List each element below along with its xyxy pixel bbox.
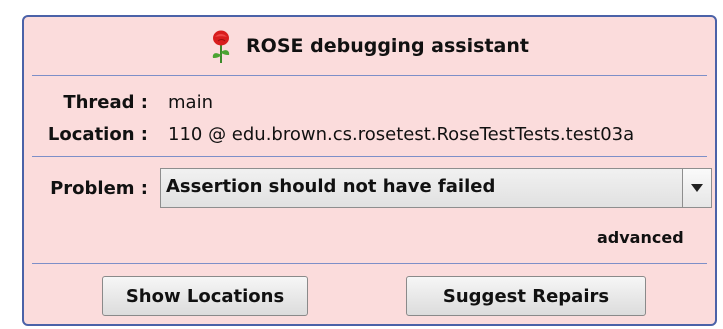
location-label: Location : <box>47 124 148 145</box>
debug-panel: ROSE debugging assistant Thread : main L… <box>22 15 717 326</box>
problem-dropdown[interactable]: Assertion should not have failed <box>160 168 712 208</box>
thread-value: main <box>168 92 213 113</box>
show-locations-button[interactable]: Show Locations <box>102 276 308 316</box>
triangle-down-icon <box>691 184 703 192</box>
suggest-repairs-button[interactable]: Suggest Repairs <box>406 276 646 316</box>
panel-title: ROSE debugging assistant <box>246 35 529 57</box>
problem-label: Problem : <box>50 178 148 199</box>
advanced-link[interactable]: advanced <box>597 228 684 247</box>
thread-label: Thread : <box>63 92 148 113</box>
rose-icon <box>212 30 230 63</box>
problem-selected-value: Assertion should not have failed <box>166 176 496 197</box>
info-divider <box>32 156 707 157</box>
buttons-divider <box>32 263 707 264</box>
location-value: 110 @ edu.brown.cs.rosetest.RoseTestTest… <box>168 124 635 145</box>
header-divider <box>32 75 707 76</box>
panel-header: ROSE debugging assistant <box>24 17 715 75</box>
dropdown-arrow-button[interactable] <box>682 169 711 207</box>
